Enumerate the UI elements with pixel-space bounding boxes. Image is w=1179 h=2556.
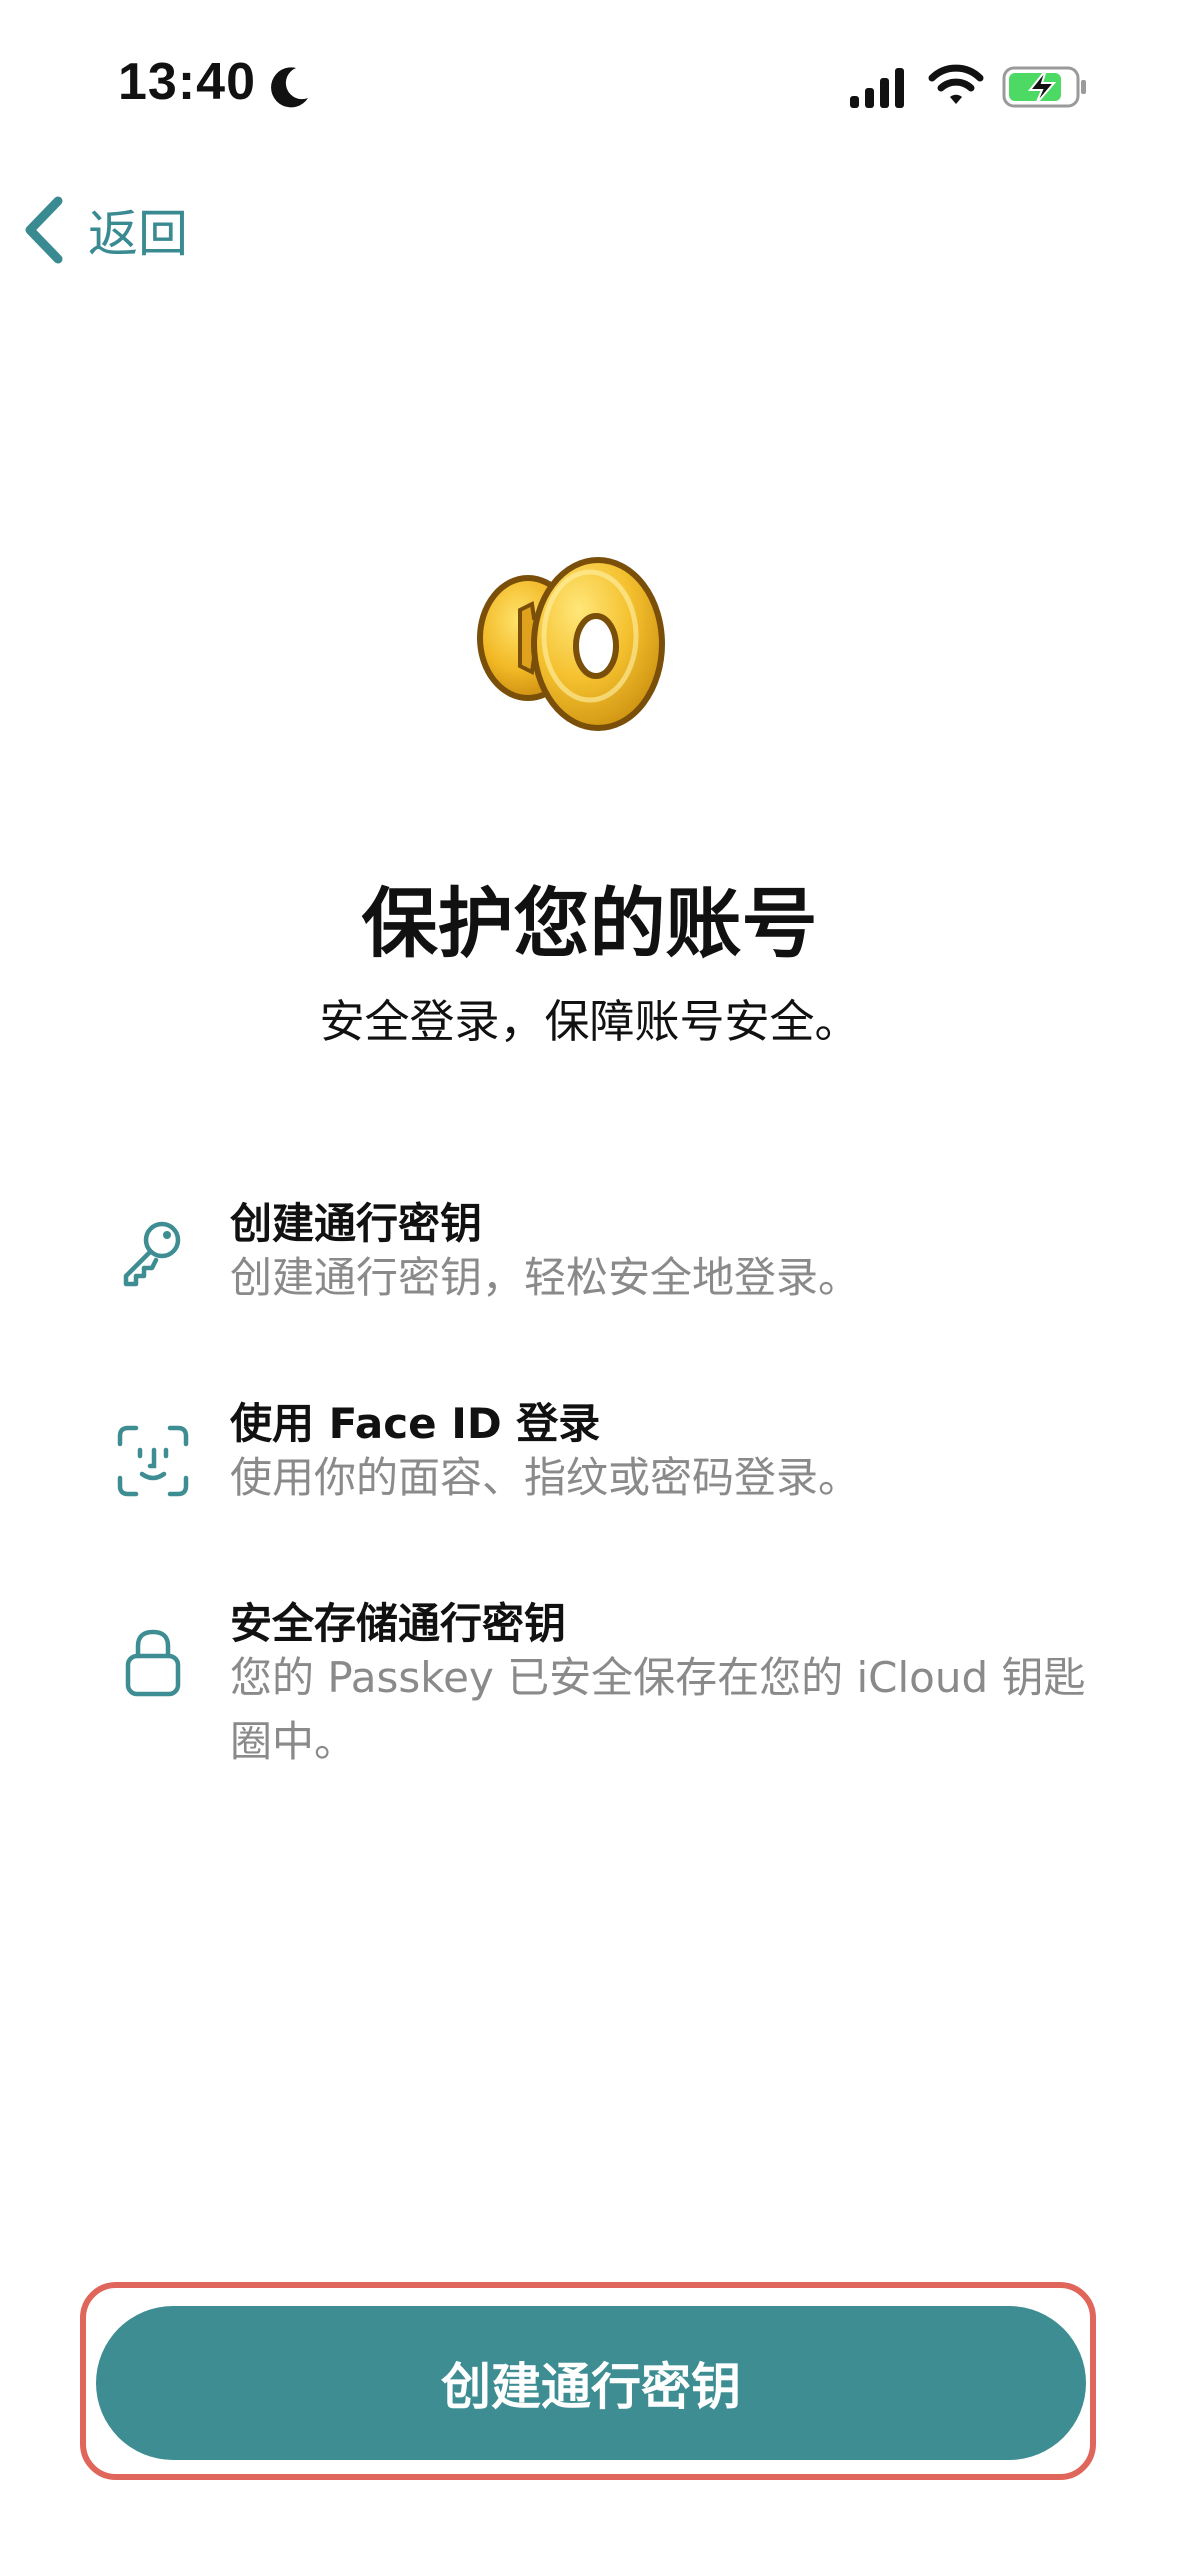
page-subtitle: 安全登录，保障账号安全。 — [319, 995, 860, 1048]
face-id-icon — [117, 1425, 189, 1497]
feature-description: 使用你的面容、指纹或密码登录。 — [230, 1453, 861, 1502]
create-passkey-button[interactable]: 创建通行密钥 — [96, 2306, 1086, 2460]
feature-title: 创建通行密钥 — [230, 1199, 483, 1248]
status-time: 13:40 — [118, 53, 256, 111]
signal-icon — [850, 68, 904, 108]
passkey-icon — [477, 557, 665, 731]
wifi-icon — [928, 64, 984, 104]
back-button[interactable]: 返回 — [20, 190, 188, 270]
status-bar: 13:40 — [0, 0, 1179, 140]
page-title: 保护您的账号 — [361, 879, 818, 968]
feature-title: 使用 Face ID 登录 — [230, 1399, 601, 1448]
feature-description: 您的 Passkey 已安全保存在您的 iCloud 钥匙圈中。 — [230, 1653, 1086, 1766]
key-icon — [123, 1221, 181, 1287]
chevron-left-icon — [25, 196, 63, 264]
back-label: 返回 — [88, 205, 188, 263]
battery-charging-icon — [1002, 66, 1086, 108]
moon-icon — [271, 67, 308, 108]
lock-icon — [125, 1629, 181, 1697]
feature-description: 创建通行密钥，轻松安全地登录。 — [230, 1253, 861, 1302]
feature-title: 安全存储通行密钥 — [230, 1599, 567, 1648]
